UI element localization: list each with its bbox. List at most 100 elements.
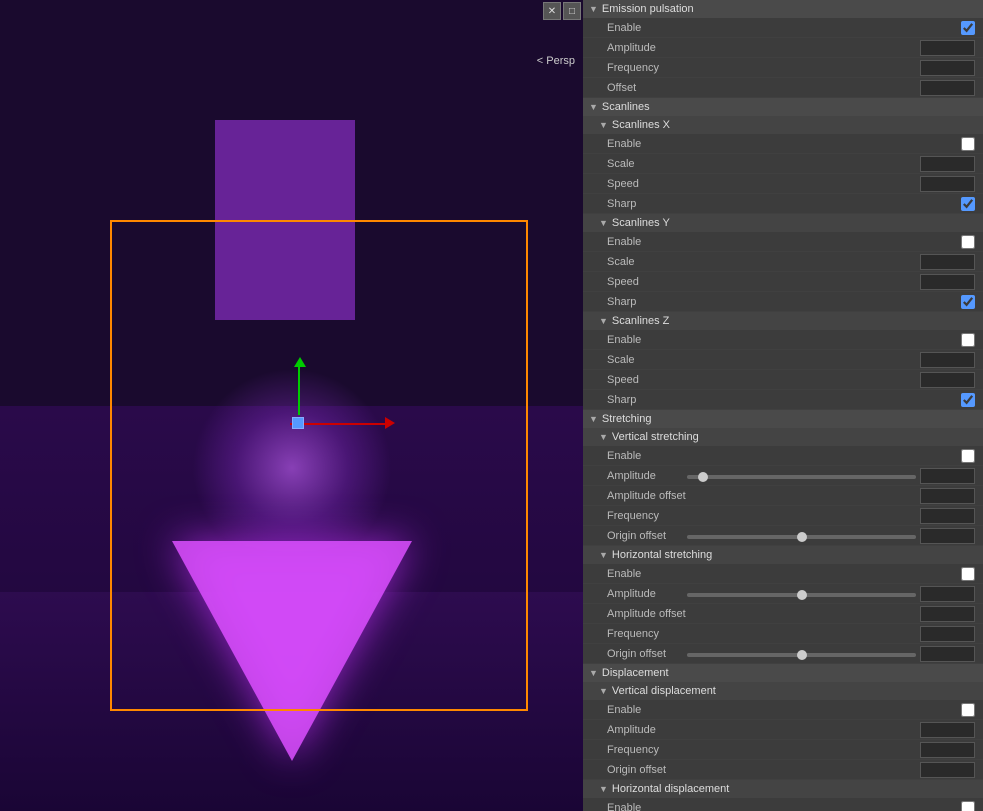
vs-amplitude-input[interactable]: 0.05 [920, 468, 975, 484]
sz-sharp-checkbox[interactable] [961, 393, 975, 407]
scanlines-z-label: Scanlines Z [612, 315, 669, 327]
ep-offset-input[interactable]: 1 [920, 80, 975, 96]
sy-sharp-checkbox[interactable] [961, 295, 975, 309]
scanlines-x-label: Scanlines X [612, 119, 670, 131]
horizontal-stretching-header[interactable]: ▼ Horizontal stretching [583, 546, 983, 564]
ep-frequency-label: Frequency [607, 62, 895, 74]
scanlines-y-label: Scanlines Y [612, 217, 670, 229]
vd-frequency-input[interactable]: 10 [920, 742, 975, 758]
sy-enable-checkbox[interactable] [961, 235, 975, 249]
ep-offset-label: Offset [607, 82, 895, 94]
stretching-header[interactable]: ▼ Stretching [583, 410, 983, 428]
sx-enable-checkbox[interactable] [961, 137, 975, 151]
hs-amplitude-offset-row: Amplitude offset 0 [583, 604, 983, 624]
hs-amplitude-offset-input[interactable]: 0 [920, 606, 975, 622]
scanlines-header[interactable]: ▼ Scanlines [583, 98, 983, 116]
vd-origin-offset-input[interactable]: 0 [920, 762, 975, 778]
vd-frequency-label: Frequency [607, 744, 895, 756]
vs-origin-offset-input[interactable]: 0 [920, 528, 975, 544]
hs-origin-slider[interactable] [687, 653, 916, 657]
sx-speed-row: Speed 0 [583, 174, 983, 194]
maximize-btn[interactable]: □ [563, 2, 581, 20]
vs-frequency-label: Frequency [607, 510, 895, 522]
ep-enable-label: Enable [607, 22, 895, 34]
scanlines-collapse-icon: ▼ [589, 102, 598, 112]
sx-enable-label: Enable [607, 138, 895, 150]
stretching-collapse-icon: ▼ [589, 414, 598, 424]
sy-scale-input[interactable]: 50 [920, 254, 975, 270]
sy-speed-input[interactable]: 0 [920, 274, 975, 290]
vd-enable-row: Enable [583, 700, 983, 720]
vs-frequency-row: Frequency 1 [583, 506, 983, 526]
vd-amplitude-label: Amplitude [607, 724, 895, 736]
hs-amplitude-input[interactable]: 0.5 [920, 586, 975, 602]
horizontal-displacement-header[interactable]: ▼ Horizontal displacement [583, 780, 983, 798]
hs-enable-row: Enable [583, 564, 983, 584]
collapse-icon: ▼ [589, 4, 598, 14]
vs-frequency-input[interactable]: 1 [920, 508, 975, 524]
viewport[interactable]: ✕ □ < Persp [0, 0, 583, 811]
displacement-header[interactable]: ▼ Displacement [583, 664, 983, 682]
vs-enable-label: Enable [607, 450, 895, 462]
scanlines-label: Scanlines [602, 101, 650, 113]
vs-amplitude-offset-input[interactable]: 0 [920, 488, 975, 504]
sz-speed-input[interactable]: -5 [920, 372, 975, 388]
vertical-displacement-header[interactable]: ▼ Vertical displacement [583, 682, 983, 700]
displacement-label: Displacement [602, 667, 669, 679]
hs-enable-label: Enable [607, 568, 895, 580]
sx-scale-label: Scale [607, 158, 895, 170]
sx-scale-row: Scale 500 [583, 154, 983, 174]
hs-amplitude-slider[interactable] [687, 593, 916, 597]
sy-sharp-row: Sharp [583, 292, 983, 312]
vs-enable-checkbox[interactable] [961, 449, 975, 463]
ep-offset-row: Offset 1 [583, 78, 983, 98]
sz-scale-input[interactable]: 4 [920, 352, 975, 368]
sx-speed-input[interactable]: 0 [920, 176, 975, 192]
scanlines-z-header[interactable]: ▼ Scanlines Z [583, 312, 983, 330]
vs-amplitude-slider[interactable] [687, 475, 916, 479]
hd-collapse-icon: ▼ [599, 784, 608, 794]
stretching-label: Stretching [602, 413, 652, 425]
hd-enable-label: Enable [607, 802, 895, 811]
selection-box [110, 220, 528, 711]
hd-enable-checkbox[interactable] [961, 801, 975, 811]
hs-amplitude-offset-label: Amplitude offset [607, 608, 895, 620]
sy-enable-row: Enable [583, 232, 983, 252]
vd-amplitude-input[interactable]: 0.2 [920, 722, 975, 738]
vd-origin-offset-row: Origin offset 0 [583, 760, 983, 780]
vs-collapse-icon: ▼ [599, 432, 608, 442]
sz-scale-label: Scale [607, 354, 895, 366]
vd-enable-label: Enable [607, 704, 895, 716]
ep-frequency-input[interactable]: 5 [920, 60, 975, 76]
hs-enable-checkbox[interactable] [961, 567, 975, 581]
sy-speed-label: Speed [607, 276, 895, 288]
inspector-panel: ▼ Emission pulsation Enable Amplitude 1 … [583, 0, 983, 811]
hs-frequency-input[interactable]: 0.5 [920, 626, 975, 642]
scanlines-z-collapse-icon: ▼ [599, 316, 608, 326]
vs-origin-slider[interactable] [687, 535, 916, 539]
hd-enable-row: Enable [583, 798, 983, 811]
sy-speed-row: Speed 0 [583, 272, 983, 292]
sy-scale-label: Scale [607, 256, 895, 268]
close-btn[interactable]: ✕ [543, 2, 561, 20]
vs-amplitude-label: Amplitude [607, 470, 687, 482]
hs-amplitude-row: Amplitude 0.5 [583, 584, 983, 604]
sx-scale-input[interactable]: 500 [920, 156, 975, 172]
vd-enable-checkbox[interactable] [961, 703, 975, 717]
ep-amplitude-input[interactable]: 1 [920, 40, 975, 56]
vd-frequency-row: Frequency 10 [583, 740, 983, 760]
scanlines-y-header[interactable]: ▼ Scanlines Y [583, 214, 983, 232]
emission-pulsation-header[interactable]: ▼ Emission pulsation [583, 0, 983, 18]
emission-pulsation-label: Emission pulsation [602, 3, 694, 15]
ep-enable-checkbox[interactable] [961, 21, 975, 35]
vertical-stretching-header[interactable]: ▼ Vertical stretching [583, 428, 983, 446]
sz-enable-row: Enable [583, 330, 983, 350]
ep-amplitude-label: Amplitude [607, 42, 895, 54]
sz-enable-checkbox[interactable] [961, 333, 975, 347]
hs-origin-offset-input[interactable]: 0 [920, 646, 975, 662]
scanlines-x-header[interactable]: ▼ Scanlines X [583, 116, 983, 134]
sx-sharp-checkbox[interactable] [961, 197, 975, 211]
vs-amplitude-row: Amplitude 0.05 [583, 466, 983, 486]
vertical-stretching-label: Vertical stretching [612, 431, 699, 443]
sz-sharp-row: Sharp [583, 390, 983, 410]
